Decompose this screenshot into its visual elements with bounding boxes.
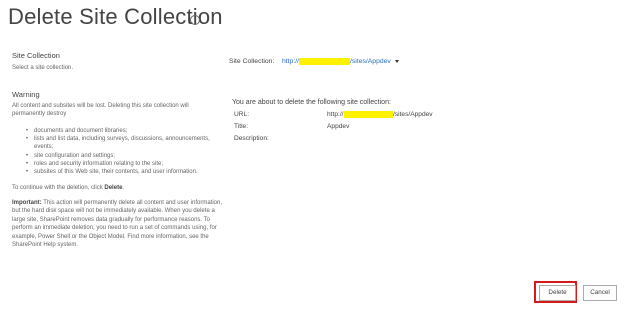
title-label: Title: <box>234 123 249 130</box>
delete-button[interactable]: Delete <box>539 285 576 301</box>
continue-suffix: . <box>122 185 125 191</box>
continue-prefix: To continue with the deletion, click <box>12 185 105 191</box>
info-icon[interactable]: i <box>190 15 200 25</box>
site-collection-url-suffix: /sites/Appdev <box>350 58 391 65</box>
warning-item: documents and document libraries; <box>12 127 212 135</box>
site-collection-url-prefix: http:// <box>282 58 300 65</box>
continue-delete-word: Delete <box>104 185 123 191</box>
important-text: This action will permanently delete all … <box>12 200 222 249</box>
site-collection-description: Select a site collection. <box>12 65 74 71</box>
redacted-host: xxxxxxxxxx:8888 <box>299 58 351 65</box>
important-label: Important: <box>12 200 42 206</box>
warning-intro: All content and subsites will be lost. D… <box>12 103 189 118</box>
cancel-button[interactable]: Cancel <box>583 285 617 301</box>
chevron-down-icon[interactable] <box>394 59 399 63</box>
warning-item: lists and list data, including surveys, … <box>12 135 212 151</box>
important-note: Important: This action will permanently … <box>12 199 222 249</box>
warning-heading: Warning <box>12 90 40 99</box>
site-collection-heading: Site Collection <box>12 51 60 60</box>
url-prefix: http:// <box>327 111 344 118</box>
site-collection-selector[interactable]: http://xxxxxxxxxx:8888/sites/Appdev <box>282 58 399 65</box>
continue-instruction: To continue with the deletion, click Del… <box>12 184 217 192</box>
description-label: Description: <box>234 135 269 142</box>
warning-item: roles and security information relating … <box>12 160 212 168</box>
warning-item: site configuration and settings; <box>12 152 212 160</box>
site-collection-label: Site Collection: <box>229 58 275 65</box>
title-value: Appdev <box>327 123 350 130</box>
url-label: URL: <box>234 111 250 118</box>
warning-list: documents and document libraries; lists … <box>12 127 212 176</box>
url-suffix: /sites/Appdev <box>392 111 433 118</box>
delete-confirmation-text: You are about to delete the following si… <box>232 99 391 106</box>
url-value: http://xxxxxxxxxx:8888/sites/Appdev <box>327 111 433 118</box>
warning-item: subsites of this Web site, their content… <box>12 168 212 176</box>
redacted-host: xxxxxxxxxx:8888 <box>343 111 393 118</box>
